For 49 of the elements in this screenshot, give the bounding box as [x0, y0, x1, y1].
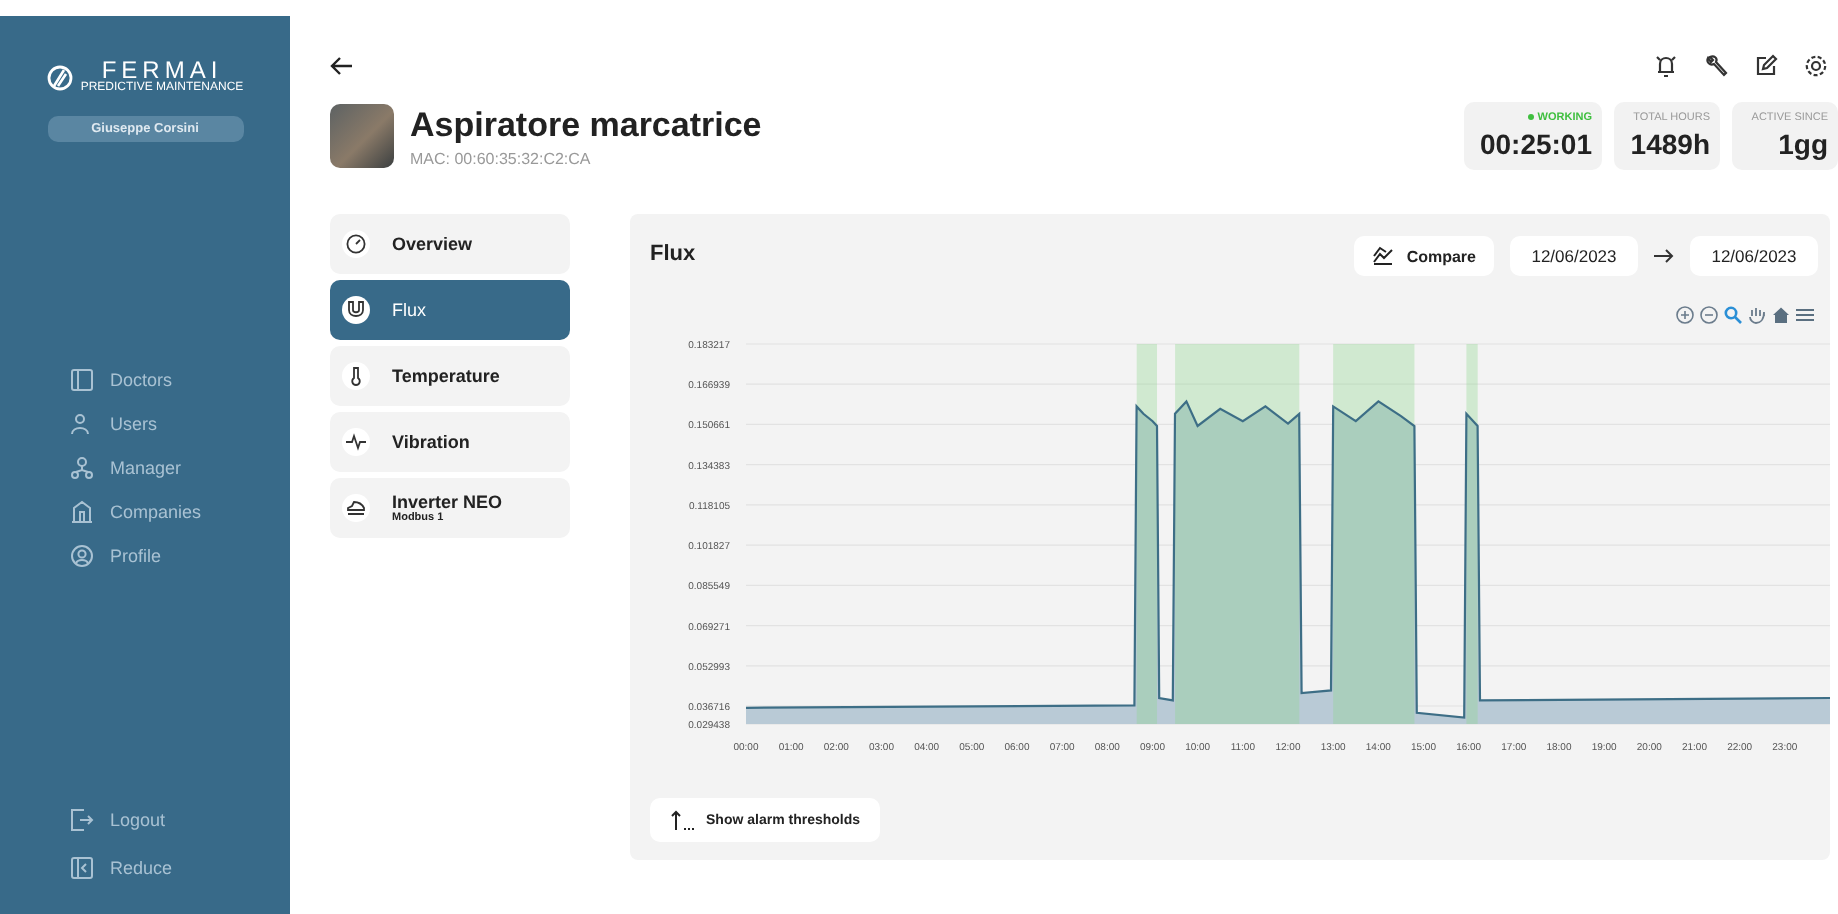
date-field[interactable]: 12/06/2023	[1690, 236, 1818, 276]
people-icon	[70, 455, 94, 479]
bell-icon[interactable]	[1654, 54, 1678, 78]
nav-item[interactable]: Manager	[70, 452, 290, 482]
arrow-up-icon	[670, 810, 694, 830]
gauge-icon	[346, 234, 366, 254]
zoom-out-icon[interactable]	[1700, 306, 1718, 324]
nav-item[interactable]: Companies	[70, 496, 290, 526]
sensor-tab[interactable]: Temperature	[330, 346, 570, 406]
collapse-icon	[70, 855, 94, 879]
photo-placeholder	[330, 104, 394, 168]
chart-icon	[1372, 246, 1395, 266]
home-icon[interactable]	[1772, 306, 1790, 324]
door-icon	[70, 367, 94, 391]
search-icon[interactable]	[1724, 306, 1742, 324]
logo-name: FERMAI	[101, 58, 223, 82]
stat-value: 1gg	[1778, 128, 1828, 160]
back-arrow-icon[interactable]	[330, 56, 354, 76]
edit-icon[interactable]	[1754, 54, 1778, 78]
date-field[interactable]: 12/06/2023	[1510, 236, 1638, 276]
sensor-tab[interactable]: Overview	[330, 214, 570, 274]
pulse-icon	[346, 432, 366, 452]
mac-address: MAC: 00:60:35:32:C2:CA	[410, 149, 593, 167]
stat-value: 00:25:01	[1479, 128, 1592, 160]
profile-icon	[70, 543, 94, 567]
users-icon	[70, 411, 94, 435]
panel-title: Flux	[650, 242, 696, 266]
device-name: Aspiratore marcatrice	[410, 105, 762, 145]
zoom-in-icon[interactable]	[1676, 306, 1694, 324]
building-icon	[70, 499, 94, 523]
logo-icon	[46, 63, 75, 91]
nav-item[interactable]: Logout	[70, 804, 290, 834]
logout-icon	[70, 807, 94, 831]
settings-icon[interactable]	[1804, 54, 1828, 78]
magnet-icon	[346, 300, 366, 320]
menu-icon[interactable]	[1796, 306, 1814, 324]
engine-icon	[346, 498, 366, 518]
wrench-icon[interactable]	[1704, 54, 1728, 78]
sensor-tab[interactable]: Flux	[330, 280, 570, 340]
nav-item[interactable]: Users	[70, 408, 290, 438]
nav-item[interactable]: Doctors	[70, 364, 290, 394]
stat-value: 1489h	[1630, 128, 1710, 160]
nav-item[interactable]: Reduce	[70, 852, 290, 882]
thermometer-icon	[346, 366, 366, 386]
arrow-right-icon	[1654, 248, 1674, 264]
sensor-tab[interactable]: Vibration	[330, 412, 570, 472]
nav-item[interactable]: Profile	[70, 540, 290, 570]
hand-icon[interactable]	[1748, 306, 1766, 324]
compare-button[interactable]: Compare	[1354, 236, 1494, 276]
